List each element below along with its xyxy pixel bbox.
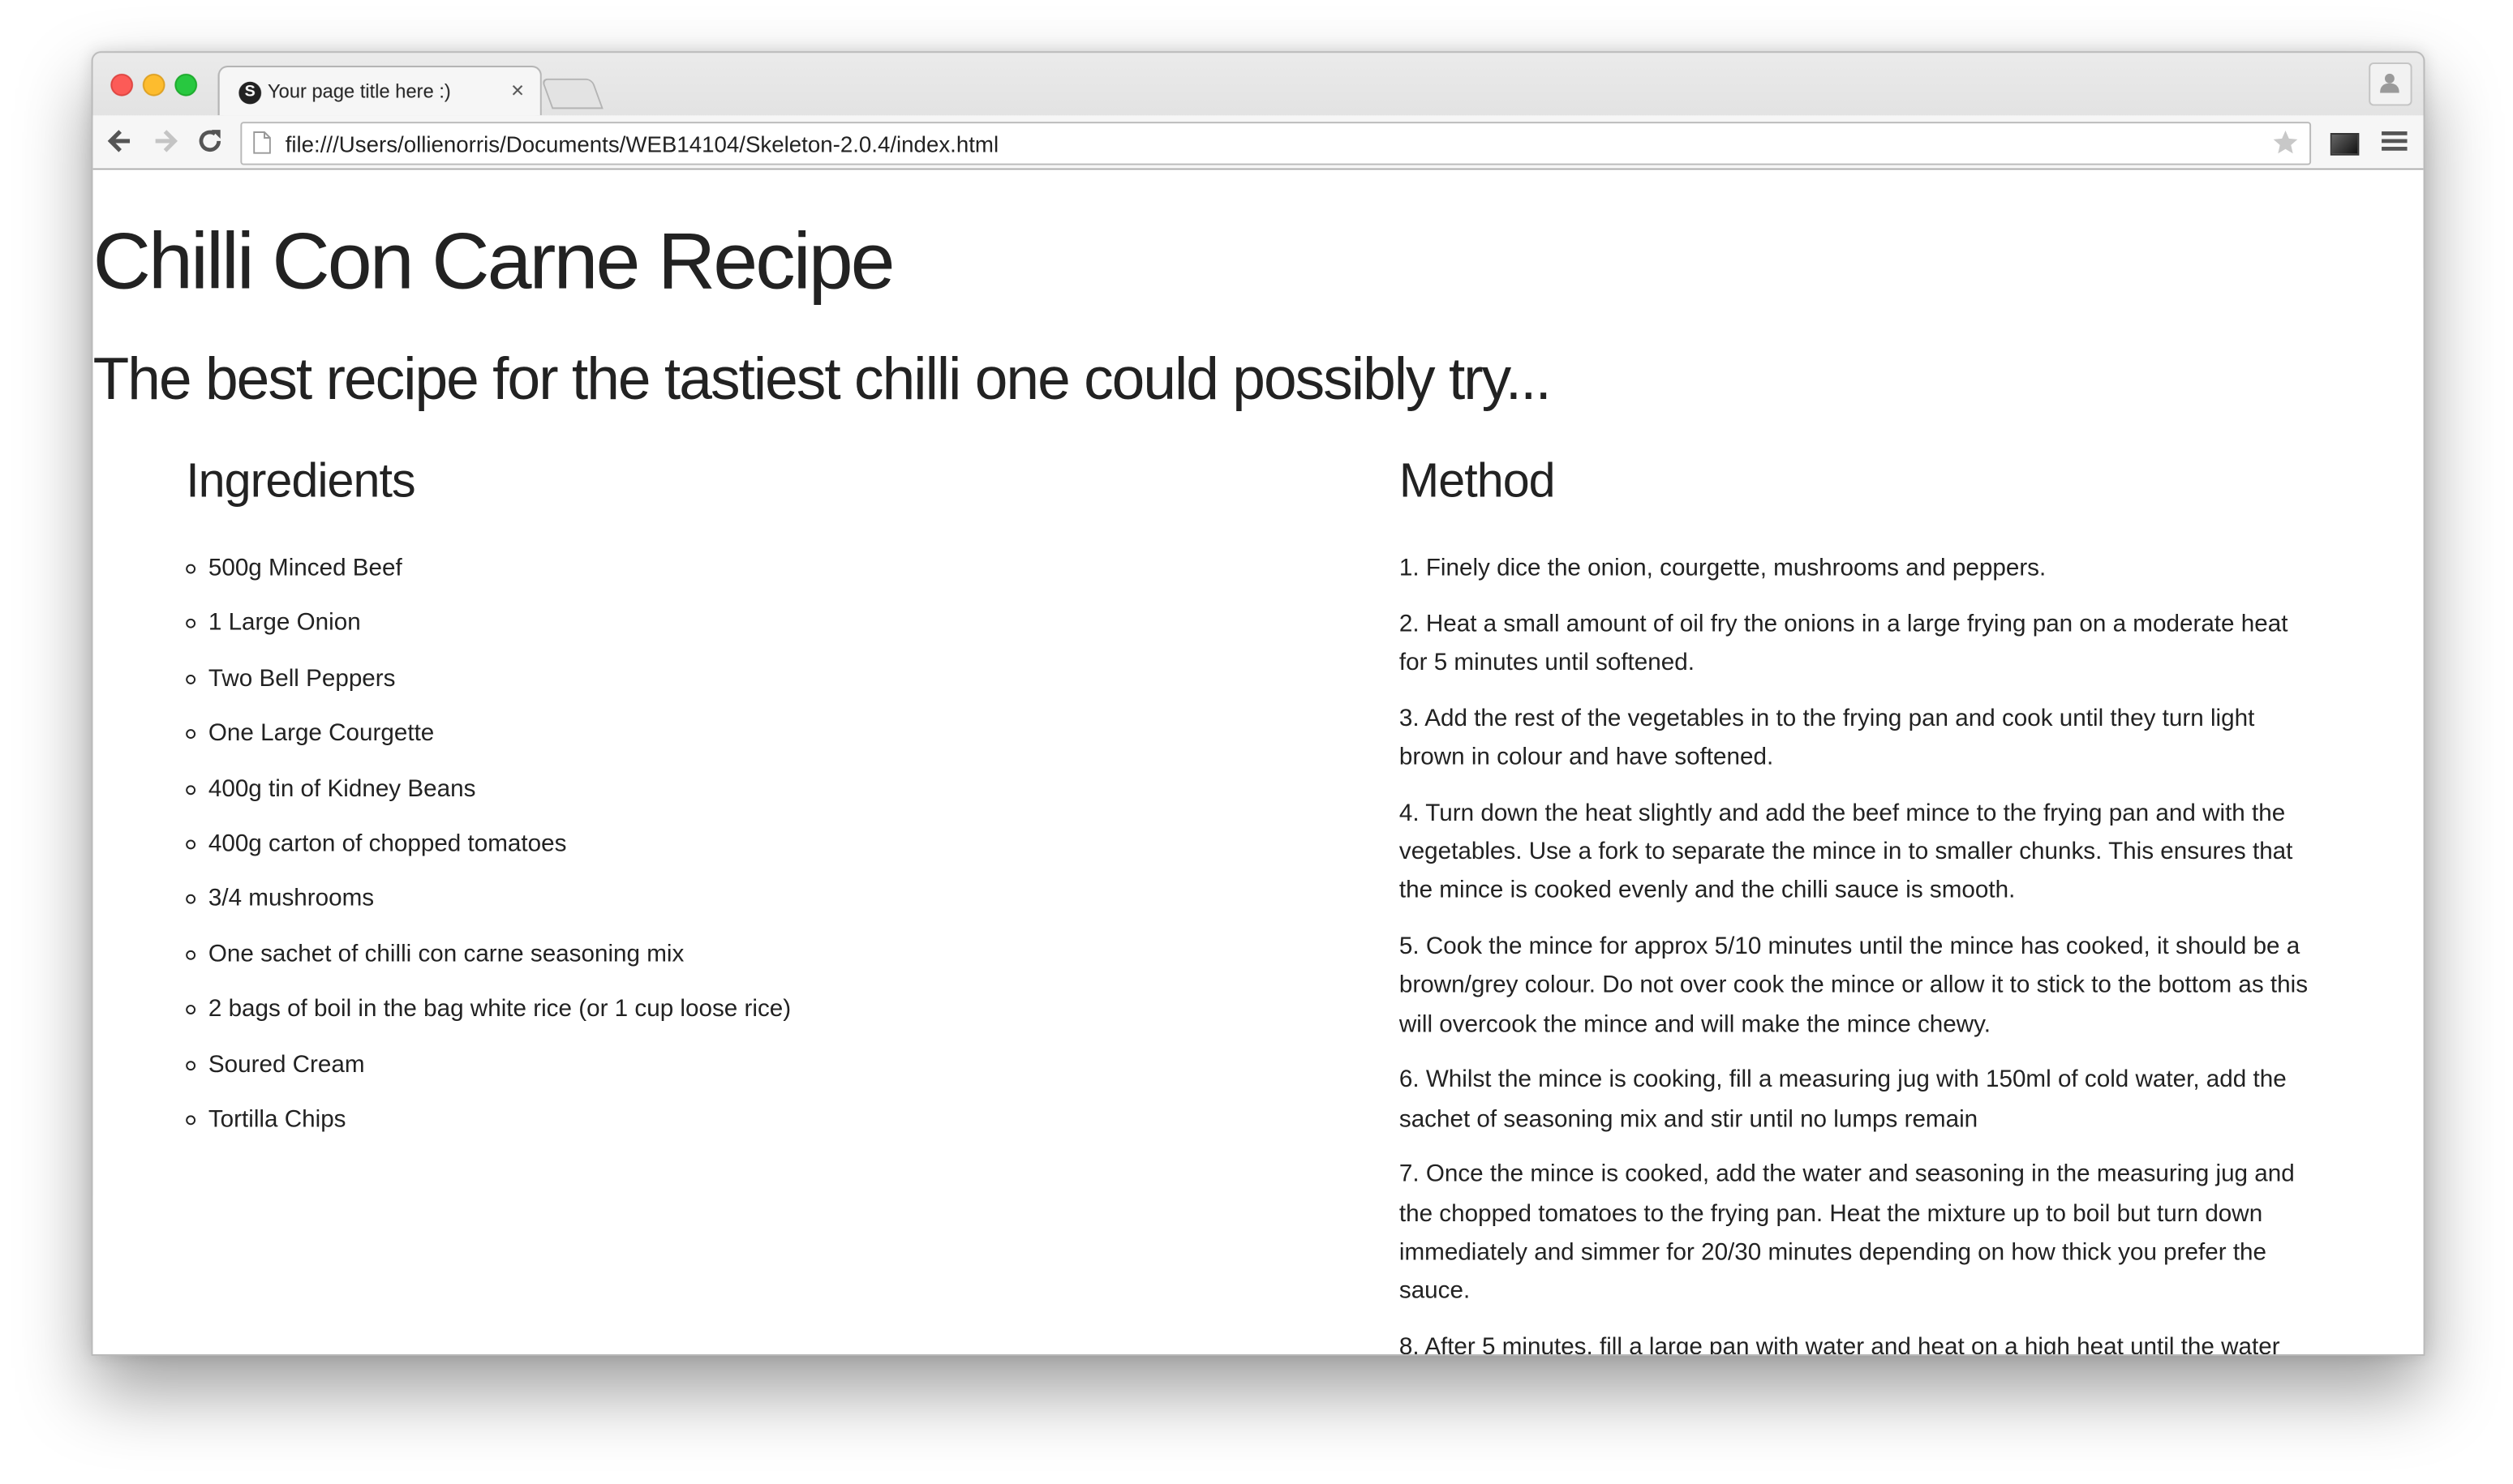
browser-tab[interactable]: S Your page title here :) × bbox=[217, 66, 542, 116]
minimize-window-button[interactable] bbox=[142, 73, 165, 97]
method-step: 8. After 5 minutes, fill a large pan wit… bbox=[1398, 1332, 2280, 1356]
list-item: Tortilla Chips bbox=[186, 1100, 1308, 1139]
list-item: 400g tin of Kidney Beans bbox=[186, 770, 1308, 808]
ingredients-heading: Ingredients bbox=[186, 455, 415, 508]
forward-arrow-icon[interactable] bbox=[149, 125, 182, 157]
profile-button[interactable] bbox=[2369, 62, 2412, 106]
page-subtitle: The best recipe for the tastiest chilli … bbox=[92, 345, 1552, 412]
method-step: 1. Finely dice the onion, courgette, mus… bbox=[1398, 554, 2047, 582]
list-item: Two Bell Peppers bbox=[186, 660, 1308, 698]
list-item: Soured Cream bbox=[186, 1046, 1308, 1084]
profile-icon bbox=[2380, 73, 2399, 93]
list-item: 2 bags of boil in the bag white rice (or… bbox=[186, 991, 1308, 1029]
browser-window: S Your page title here :) × file:///User… bbox=[91, 51, 2425, 1356]
url-text[interactable]: file:///Users/ollienorris/Documents/WEB1… bbox=[286, 131, 999, 157]
back-arrow-icon[interactable] bbox=[104, 125, 136, 157]
bookmark-star-icon[interactable] bbox=[2271, 128, 2300, 157]
new-tab-button[interactable] bbox=[540, 78, 604, 109]
browser-chrome: S Your page title here :) × file:///User… bbox=[92, 53, 2424, 170]
extension-icon[interactable] bbox=[2330, 133, 2360, 156]
list-item: 3/4 mushrooms bbox=[186, 881, 1308, 919]
list-item: One Large Courgette bbox=[186, 715, 1308, 753]
list-item: 500g Minced Beef bbox=[186, 550, 1308, 588]
ingredients-column: Ingredients 500g Minced Beef 1 Large Oni… bbox=[186, 450, 1308, 1156]
close-window-button[interactable] bbox=[110, 73, 133, 97]
method-heading: Method bbox=[1398, 455, 1556, 508]
browser-toolbar: file:///Users/ollienorris/Documents/WEB1… bbox=[92, 115, 2424, 169]
page-content: Chilli Con Carne Recipe The best recipe … bbox=[92, 169, 2424, 1356]
tab-close-icon[interactable]: × bbox=[511, 77, 524, 103]
method-step: 2. Heat a small amount of oil fry the on… bbox=[1398, 610, 2288, 676]
ingredients-list: 500g Minced Beef 1 Large Onion Two Bell … bbox=[186, 550, 1308, 1139]
method-step: 7. Once the mince is cooked, add the wat… bbox=[1398, 1160, 2295, 1305]
method-step: 5. Cook the mince for approx 5/10 minute… bbox=[1398, 933, 2309, 1038]
screenshot-stage: S Your page title here :) × file:///User… bbox=[0, 0, 2513, 1484]
page-title: Chilli Con Carne Recipe bbox=[92, 216, 896, 307]
page-icon bbox=[253, 131, 271, 154]
tab-favicon-icon: S bbox=[238, 81, 262, 105]
list-item: 1 Large Onion bbox=[186, 605, 1308, 643]
tab-title: Your page title here :) bbox=[267, 79, 451, 103]
method-step: 4. Turn down the heat slightly and add t… bbox=[1398, 799, 2293, 905]
address-bar[interactable]: file:///Users/ollienorris/Documents/WEB1… bbox=[240, 122, 2312, 165]
method-step: 3. Add the rest of the vegetables in to … bbox=[1398, 704, 2255, 771]
method-step: 6. Whilst the mince is cooking, fill a m… bbox=[1398, 1066, 2287, 1133]
hamburger-menu-icon[interactable] bbox=[2382, 130, 2408, 152]
list-item: 400g carton of chopped tomatoes bbox=[186, 826, 1308, 864]
maximize-window-button[interactable] bbox=[174, 73, 198, 97]
reload-icon[interactable] bbox=[194, 125, 226, 157]
list-item: One sachet of chilli con carne seasoning… bbox=[186, 936, 1308, 974]
method-column: Method 1. Finely dice the onion, courget… bbox=[1398, 450, 2321, 1356]
